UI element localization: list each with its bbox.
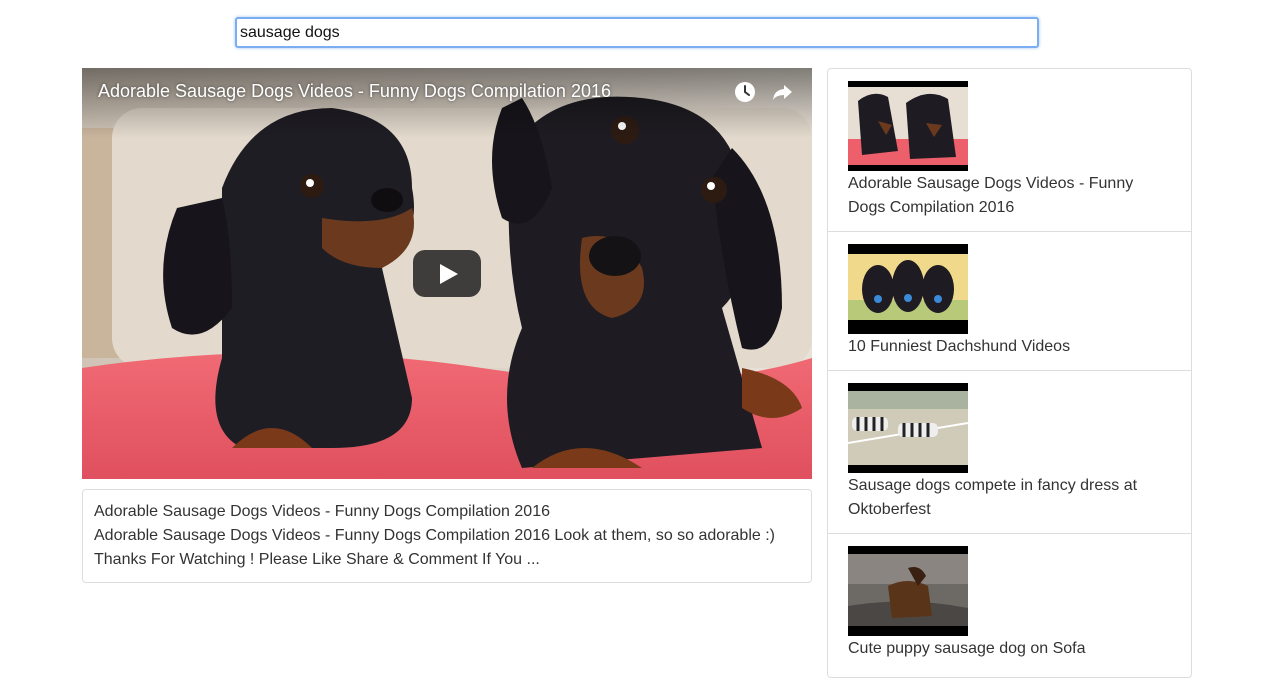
video-list-item[interactable]: Sausage dogs compete in fancy dress at O… <box>828 371 1191 534</box>
video-list-item-title[interactable]: Adorable Sausage Dogs Videos - Funny Dog… <box>848 172 1173 220</box>
video-thumbnail[interactable] <box>848 383 968 473</box>
video-list-item[interactable]: Cute puppy sausage dog on Sofa <box>828 534 1191 677</box>
video-player[interactable]: Adorable Sausage Dogs Videos - Funny Dog… <box>82 68 812 479</box>
video-list: Adorable Sausage Dogs Videos - Funny Dog… <box>827 68 1192 678</box>
video-list-item[interactable]: Adorable Sausage Dogs Videos - Funny Dog… <box>828 69 1191 232</box>
search-bar <box>235 17 1039 48</box>
video-list-item-title[interactable]: 10 Funniest Dachshund Videos <box>848 335 1173 359</box>
search-input[interactable] <box>235 17 1039 48</box>
player-top-gradient <box>82 68 812 138</box>
details-description: Adorable Sausage Dogs Videos - Funny Dog… <box>94 527 775 568</box>
video-thumbnail[interactable] <box>848 81 968 171</box>
video-list-item-title[interactable]: Cute puppy sausage dog on Sofa <box>848 637 1173 661</box>
video-thumbnail[interactable] <box>848 546 968 636</box>
details-title: Adorable Sausage Dogs Videos - Funny Dog… <box>94 503 550 520</box>
video-details: Adorable Sausage Dogs Videos - Funny Dog… <box>82 489 812 583</box>
play-button[interactable] <box>413 250 481 297</box>
share-icon[interactable] <box>770 80 794 104</box>
video-list-item-title[interactable]: Sausage dogs compete in fancy dress at O… <box>848 474 1173 522</box>
clock-icon[interactable] <box>733 80 757 104</box>
player-title[interactable]: Adorable Sausage Dogs Videos - Funny Dog… <box>98 81 611 102</box>
video-thumbnail[interactable] <box>848 244 968 334</box>
video-list-item[interactable]: 10 Funniest Dachshund Videos <box>828 232 1191 371</box>
